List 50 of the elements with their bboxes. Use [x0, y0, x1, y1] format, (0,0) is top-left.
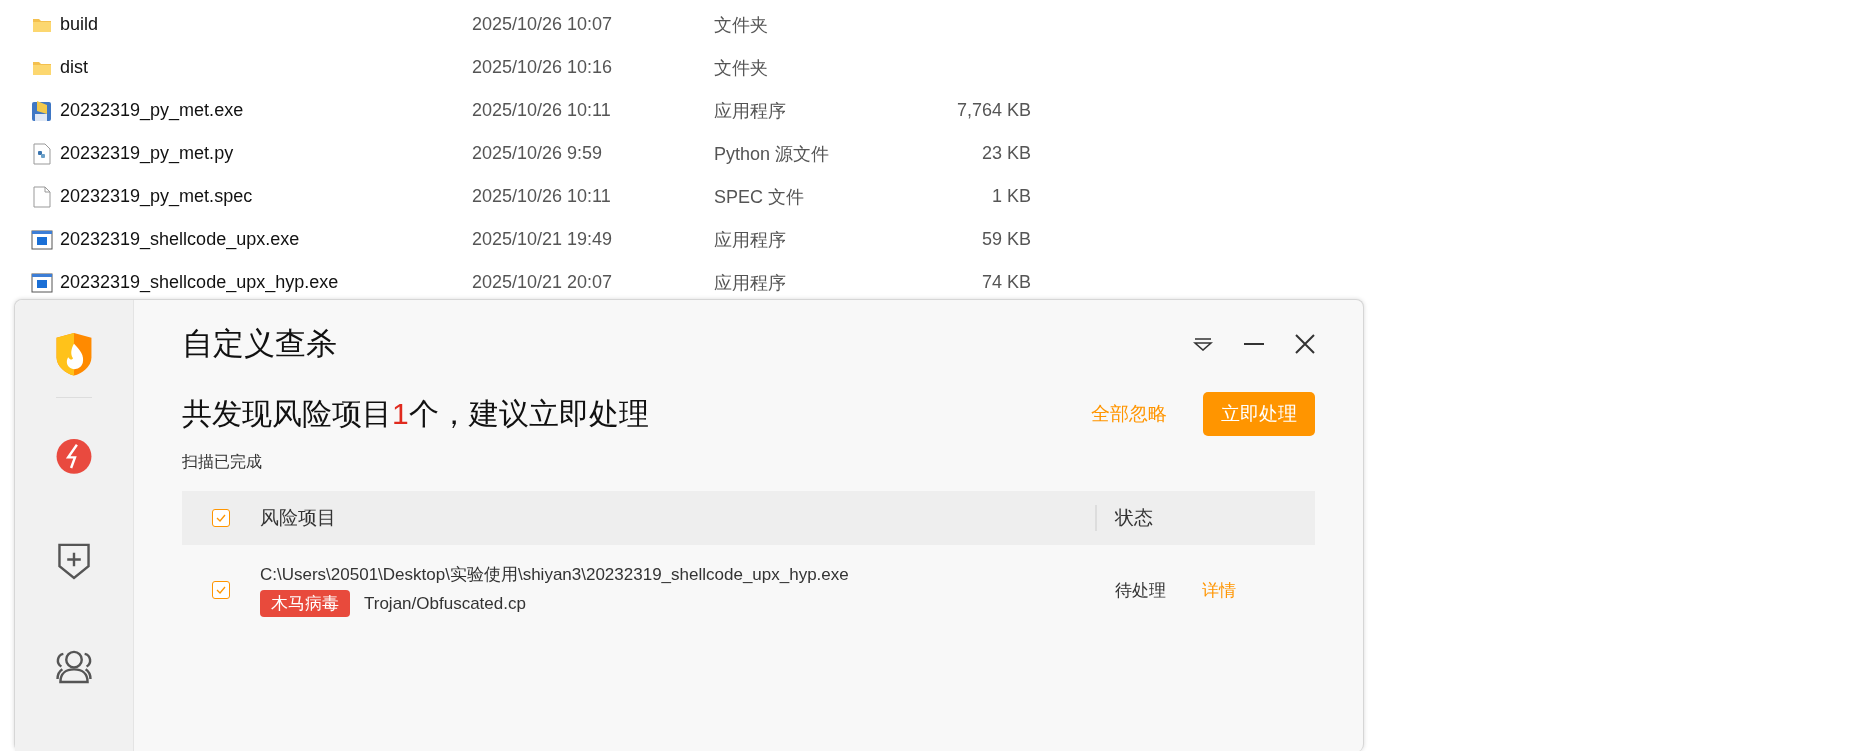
column-header: 状态: [1095, 505, 1315, 531]
checkmark-icon: [216, 586, 226, 594]
file-date: 2025/10/26 10:11: [472, 186, 612, 207]
file-date: 2025/10/26 10:16: [472, 57, 614, 78]
threat-name: Trojan/Obfuscated.cp: [364, 593, 526, 614]
shield-plus-icon[interactable]: [56, 542, 92, 582]
checkbox[interactable]: [212, 509, 230, 527]
file-type: SPEC 文件: [714, 185, 806, 209]
file-name[interactable]: dist: [60, 57, 472, 78]
file-date: 2025/10/26 9:59: [472, 143, 604, 164]
column-header: 风险项目: [260, 506, 337, 530]
file-date: 2025/10/21 19:49: [472, 229, 614, 250]
shield-flame-logo: [54, 332, 94, 377]
menu-icon[interactable]: [1193, 337, 1213, 351]
file-size: 1 KB: [990, 186, 1031, 207]
minimize-icon[interactable]: [1243, 342, 1265, 346]
users-icon[interactable]: [54, 649, 94, 684]
checkbox[interactable]: [212, 581, 230, 599]
file-type: 文件夹: [714, 56, 769, 80]
checkmark-icon: [216, 514, 226, 522]
file-size: 74 KB: [980, 272, 1031, 293]
file-name[interactable]: build: [60, 14, 472, 35]
file-type: 文件夹: [714, 13, 769, 37]
file-size: 23 KB: [980, 143, 1031, 164]
scan-status: 扫描已完成: [182, 452, 263, 472]
file-size: 7,764 KB: [955, 100, 1031, 121]
application-window-icon: [30, 272, 54, 293]
file-path: C:\Users\20501\Desktop\实验使用\shiyan3\20232319_shellcode_upx_hyp.exe: [260, 564, 850, 586]
file-type: Python 源文件: [714, 142, 831, 166]
file-date: 2025/10/26 10:11: [472, 100, 612, 121]
status-text: 待处理: [1115, 579, 1166, 602]
file-date: 2025/10/26 10:07: [472, 14, 614, 35]
lightning-icon[interactable]: [55, 437, 93, 475]
file-name[interactable]: 20232319_py_met.exe: [60, 100, 472, 121]
file-name[interactable]: 20232319_py_met.py: [60, 143, 472, 164]
application-window-icon: [30, 229, 54, 250]
file-date: 2025/10/21 20:07: [472, 272, 614, 293]
close-icon[interactable]: [1295, 334, 1315, 354]
file-type: 应用程序: [714, 99, 787, 123]
threat-tag: 木马病毒: [260, 590, 350, 617]
summary-text: 共发现风险项目 1个，建议立即处理: [182, 395, 650, 432]
dialog-title: 自定义查杀: [182, 325, 337, 363]
file-name[interactable]: 20232319_shellcode_upx.exe: [60, 229, 472, 250]
file-type: 应用程序: [714, 228, 787, 252]
file-type: 应用程序: [714, 271, 787, 295]
file-icon: [30, 185, 54, 208]
file-name[interactable]: 20232319_py_met.spec: [60, 186, 472, 207]
file-size: 59 KB: [980, 229, 1031, 250]
file-name[interactable]: 20232319_shellcode_upx_hyp.exe: [60, 272, 472, 293]
python-file-icon: [30, 142, 54, 165]
